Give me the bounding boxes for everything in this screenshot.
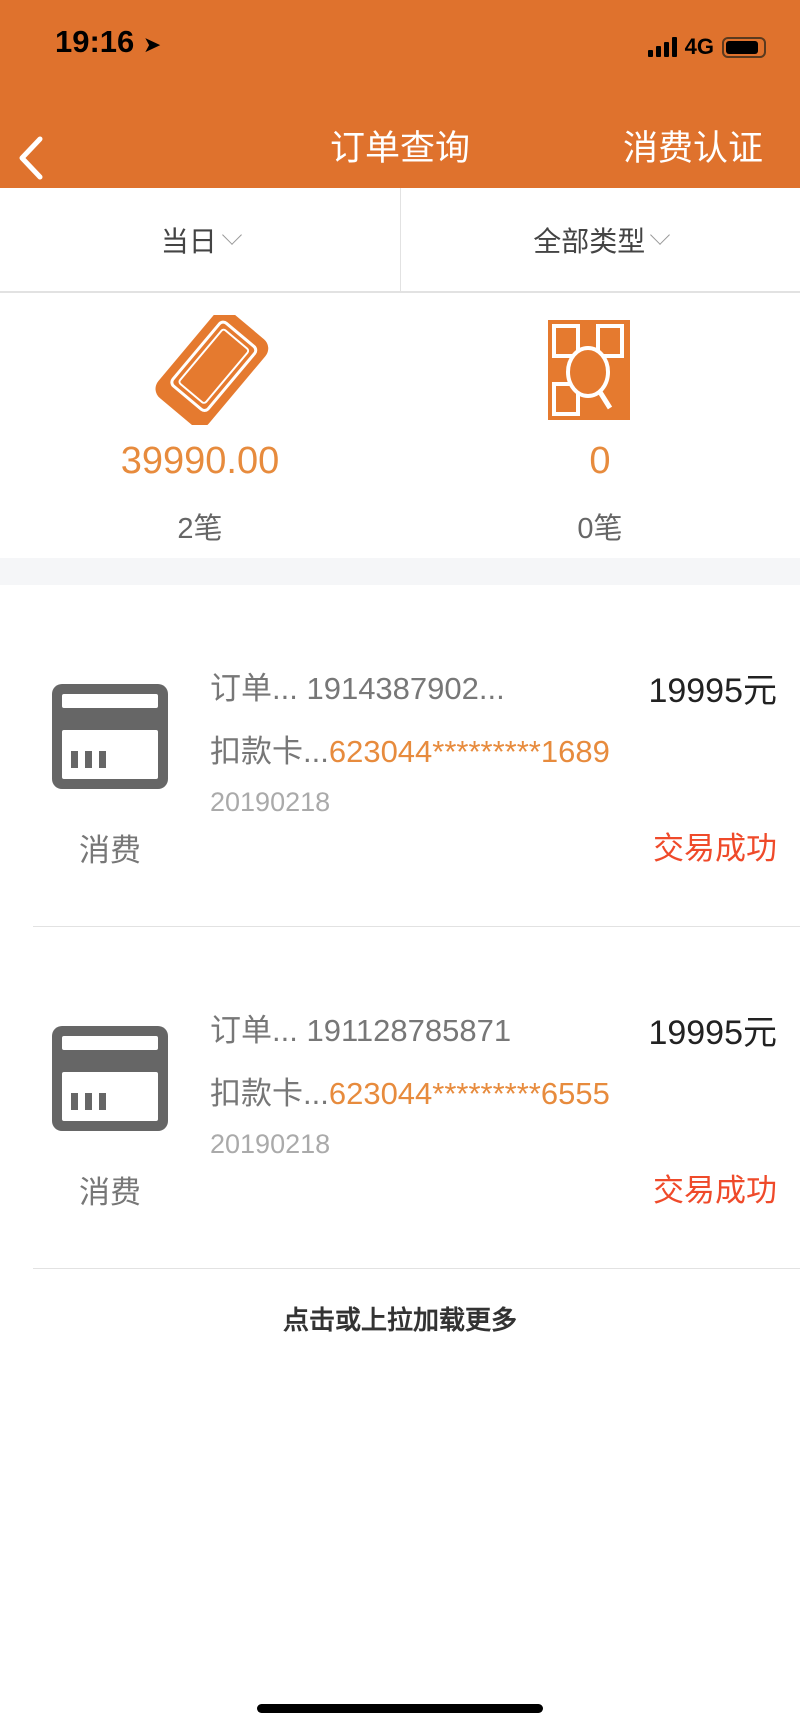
card-label: 扣款卡... — [210, 1076, 329, 1111]
pos-stat[interactable]: 39990.00 2笔 — [0, 300, 400, 547]
chevron-down-icon — [650, 224, 671, 245]
bank-card-icon — [52, 1026, 168, 1131]
qr-scan-icon — [548, 320, 630, 420]
status-icons: 4G — [647, 34, 766, 60]
qr-stat[interactable]: 0 0笔 — [400, 300, 800, 547]
card-line: 扣款卡...623044*********1689 — [210, 726, 610, 771]
home-indicator[interactable] — [257, 1704, 543, 1713]
card-number: 623044*********1689 — [328, 734, 610, 769]
qr-count: 0笔 — [577, 513, 623, 545]
qr-amount: 0 — [589, 440, 611, 482]
order-type: 消费 — [79, 833, 141, 868]
order-status: 交易成功 — [653, 1173, 777, 1208]
card-label: 扣款卡... — [210, 734, 329, 769]
chevron-down-icon — [221, 224, 242, 245]
type-filter-label: 全部类型 — [533, 225, 646, 257]
status-time: 19:16 ➤ — [55, 24, 161, 60]
date-filter-dropdown[interactable]: 当日 — [0, 188, 400, 291]
order-label: 订单... — [210, 671, 298, 706]
order-item[interactable]: 消费 订单... 191128785871 扣款卡...623044******… — [0, 927, 800, 1269]
network-type: 4G — [684, 34, 714, 59]
signal-icon — [647, 37, 677, 57]
order-date: 20190218 — [210, 1129, 331, 1159]
type-filter-dropdown[interactable]: 全部类型 — [399, 188, 800, 291]
order-number: 191128785871 — [306, 1013, 512, 1048]
location-arrow-icon: ➤ — [142, 32, 162, 57]
order-amount: 19995元 — [648, 672, 777, 710]
card-line: 扣款卡...623044*********6555 — [210, 1068, 610, 1113]
pos-amount: 39990.00 — [120, 440, 280, 482]
order-status: 交易成功 — [653, 831, 777, 866]
order-number-line: 订单... 191128785871 — [210, 1005, 511, 1050]
load-more-button[interactable]: 点击或上拉加载更多 — [0, 1300, 800, 1337]
order-date: 20190218 — [210, 787, 331, 817]
filter-bar: 当日 全部类型 — [0, 188, 800, 293]
date-filter-label: 当日 — [160, 225, 217, 257]
bank-card-icon — [52, 684, 168, 789]
consume-verify-button[interactable]: 消费认证 — [623, 120, 763, 171]
pos-count: 2笔 — [177, 513, 223, 545]
section-divider — [0, 558, 800, 585]
order-amount: 19995元 — [648, 1014, 777, 1052]
order-label: 订单... — [210, 1013, 298, 1048]
order-number: 1914387902... — [306, 671, 505, 706]
pos-terminal-icon — [155, 315, 269, 425]
card-number: 623044*********6555 — [328, 1076, 610, 1111]
battery-icon — [722, 36, 766, 58]
order-number-line: 订单... 1914387902... — [210, 663, 505, 708]
divider — [33, 1268, 800, 1269]
order-item[interactable]: 消费 订单... 1914387902... 扣款卡...623044*****… — [0, 585, 800, 927]
order-type: 消费 — [79, 1175, 141, 1210]
time-text: 19:16 — [55, 24, 135, 59]
